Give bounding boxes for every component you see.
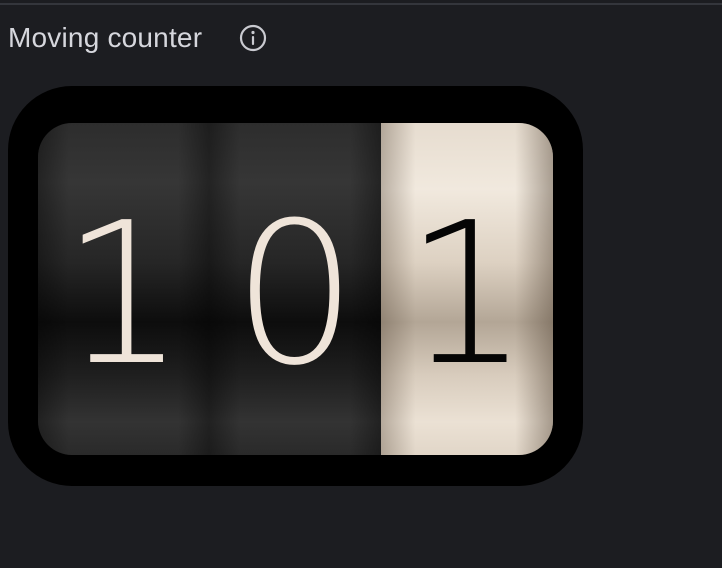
digit-text: 0 [232,181,358,409]
digit-text: 1 [404,181,530,409]
digit-text: 1 [61,181,186,409]
panel-top-border [0,3,722,5]
counter-digit-tens: 0 [209,123,381,455]
counter-digit-hundreds: 1 [38,123,209,455]
panel-header: Moving counter [8,18,268,58]
flip-counter: 1 0 1 [38,123,553,455]
panel-title: Moving counter [8,22,203,53]
counter-digit-ones: 1 [381,123,553,455]
info-icon[interactable] [238,23,268,53]
